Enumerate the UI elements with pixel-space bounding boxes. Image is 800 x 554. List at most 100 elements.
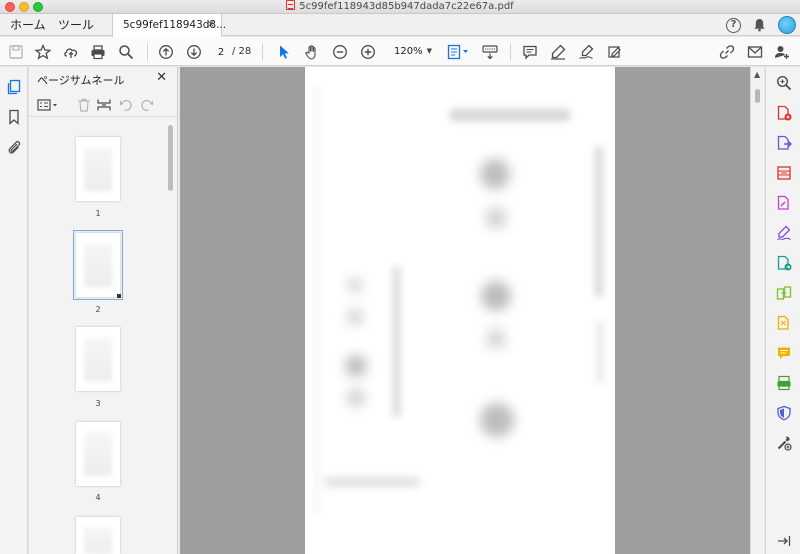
fill-sign-icon[interactable] — [605, 43, 623, 61]
blurred-figure — [485, 207, 507, 229]
blurred-figure — [347, 277, 363, 293]
thumbnail-page-number: 3 — [95, 399, 101, 408]
blurred-vertical-text — [595, 147, 603, 297]
tab-home[interactable]: ホーム — [10, 14, 46, 36]
page-thumbnails-icon[interactable] — [6, 79, 22, 95]
attachments-paperclip-icon[interactable] — [6, 139, 22, 155]
protect-icon[interactable] — [776, 405, 792, 421]
blurred-vertical-text — [597, 322, 603, 382]
bookmark-star-icon[interactable] — [34, 43, 52, 61]
page-thumbnail-selected[interactable] — [73, 230, 123, 300]
previous-page-icon[interactable] — [157, 43, 175, 61]
thumbnail-page-number: 2 — [95, 305, 101, 314]
blurred-figure — [486, 329, 506, 349]
page-thumbnail[interactable] — [76, 422, 120, 486]
tab-document[interactable]: 5c99fef118943d8... × — [112, 14, 226, 37]
help-icon[interactable]: ? — [726, 17, 741, 33]
send-for-signature-icon[interactable] — [776, 255, 792, 271]
chevron-down-icon: ▼ — [426, 47, 432, 55]
blurred-heading — [450, 109, 570, 121]
blurred-figure — [347, 309, 363, 325]
delete-trash-icon[interactable] — [76, 98, 92, 112]
page-total-label: / 28 — [232, 46, 252, 57]
blurred-figure — [347, 389, 365, 407]
export-pdf-icon[interactable] — [776, 135, 792, 151]
share-link-icon[interactable] — [718, 43, 736, 61]
thumbnail-resize-handle[interactable] — [117, 294, 121, 298]
rotate-counterclockwise-icon[interactable] — [118, 98, 134, 112]
next-page-icon[interactable] — [185, 43, 203, 61]
comment-icon[interactable] — [776, 345, 792, 361]
user-avatar[interactable] — [778, 16, 796, 34]
document-scrollbar[interactable]: ▲ — [750, 67, 764, 554]
pdf-file-icon — [286, 0, 296, 10]
zoom-in-icon[interactable] — [359, 43, 377, 61]
blurred-figure — [345, 355, 367, 377]
zoom-out-icon[interactable] — [331, 43, 349, 61]
rotate-clockwise-icon[interactable] — [139, 98, 155, 112]
email-icon[interactable] — [746, 43, 764, 61]
search-icon[interactable] — [117, 43, 135, 61]
pdf-page — [305, 67, 615, 554]
document-view[interactable] — [180, 67, 750, 554]
combine-files-icon[interactable] — [776, 285, 792, 301]
zoom-search-icon[interactable] — [776, 75, 792, 91]
page-thumbnail[interactable] — [76, 517, 120, 554]
add-user-icon[interactable] — [773, 43, 791, 61]
notification-bell-icon[interactable] — [753, 18, 766, 32]
highlight-pen-icon[interactable] — [549, 43, 567, 61]
main-toolbar: / 28 120% ▼ — [0, 37, 800, 66]
blurred-footer-text — [325, 477, 420, 487]
thumbnail-page-number: 1 — [95, 209, 101, 218]
draw-sign-icon[interactable] — [577, 43, 595, 61]
edit-pdf-icon[interactable] — [776, 195, 792, 211]
bookmarks-icon[interactable] — [6, 109, 22, 125]
page-thumbnail[interactable] — [76, 327, 120, 391]
panel-close-button[interactable]: ✕ — [156, 70, 167, 85]
tab-tools[interactable]: ツール — [58, 14, 94, 36]
comment-icon[interactable] — [521, 43, 539, 61]
blurred-vertical-text — [393, 267, 400, 417]
scan-ocr-icon[interactable] — [776, 375, 792, 391]
thumbnail-options-menu-icon[interactable] — [37, 98, 59, 112]
toolbar-divider — [510, 43, 511, 61]
hand-tool-icon[interactable] — [303, 43, 321, 61]
page-number-input[interactable] — [212, 44, 230, 60]
organize-pages-icon[interactable] — [776, 165, 792, 181]
panel-title: ページサムネール — [37, 74, 125, 87]
zoom-level-dropdown[interactable]: 120% ▼ — [386, 43, 436, 60]
left-navigation-rail — [0, 67, 28, 554]
insert-page-icon[interactable] — [96, 98, 112, 112]
more-tools-icon[interactable] — [776, 435, 792, 451]
create-pdf-icon[interactable] — [776, 105, 792, 121]
blurred-figure — [480, 159, 510, 189]
window-title-text: 5c99fef118943d85b947dada7c22e67a.pdf — [299, 1, 514, 12]
page-thumbnail[interactable] — [76, 137, 120, 201]
right-tools-rail — [765, 67, 800, 554]
document-scrollbar-thumb[interactable] — [755, 89, 760, 103]
upload-cloud-icon[interactable] — [62, 43, 80, 61]
toolbar-divider — [147, 43, 148, 61]
save-icon[interactable] — [7, 43, 25, 61]
select-cursor-icon[interactable] — [275, 43, 293, 61]
page-margin-shade — [315, 85, 319, 515]
document-tab-close-button[interactable]: × — [207, 14, 215, 36]
toolbar-divider — [262, 43, 263, 61]
compress-pdf-icon[interactable] — [776, 315, 792, 331]
thumbnail-tools — [29, 93, 178, 117]
fill-sign-icon[interactable] — [776, 225, 792, 241]
collapse-tools-pane-icon[interactable] — [776, 533, 792, 549]
window-title: 5c99fef118943d85b947dada7c22e67a.pdf — [0, 0, 800, 14]
panel-scrollbar[interactable] — [168, 125, 173, 191]
account-area: ? — [726, 16, 796, 34]
zoom-level-value: 120% — [394, 46, 423, 57]
title-bar: 5c99fef118943d85b947dada7c22e67a.pdf — [0, 0, 800, 14]
keyboard-scroll-icon[interactable] — [481, 43, 499, 61]
blurred-figure — [481, 281, 511, 311]
scroll-up-icon[interactable]: ▲ — [754, 70, 760, 79]
page-thumbnails-panel: ページサムネール ✕ 1 2 3 4 — [29, 67, 178, 554]
thumbnail-page-number: 4 — [95, 493, 101, 502]
print-icon[interactable] — [89, 43, 107, 61]
blurred-figure — [480, 403, 514, 437]
page-display-icon[interactable] — [446, 43, 472, 61]
